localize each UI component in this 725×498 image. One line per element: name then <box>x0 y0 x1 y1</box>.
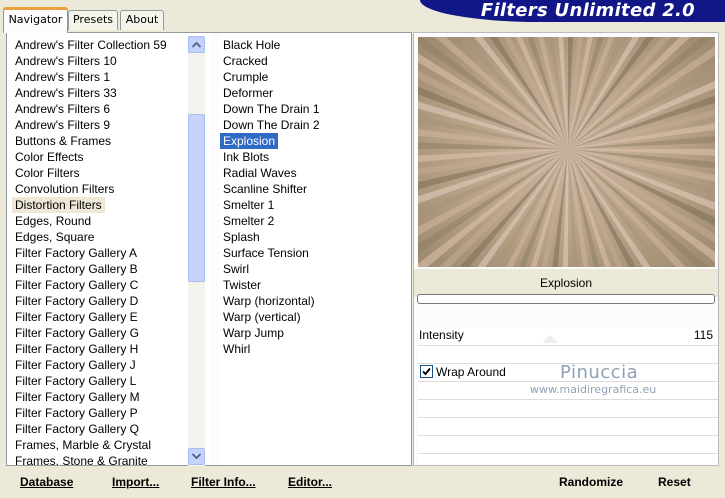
filter-item[interactable]: Whirl <box>220 341 253 357</box>
filter-list[interactable]: Black Hole Cracked Crumple Deformer Down The… <box>219 33 411 465</box>
parameter-grid: Intensity 115 Wrap Around <box>418 327 718 465</box>
category-item[interactable]: Filter Factory Gallery M <box>12 389 143 405</box>
chevron-down-icon <box>192 453 201 460</box>
intensity-value: 115 <box>693 328 713 342</box>
param-row-empty <box>418 345 718 363</box>
tab-navigator[interactable]: Navigator <box>3 7 68 33</box>
reset-button[interactable]: Reset <box>658 475 691 489</box>
category-item[interactable]: Color Filters <box>12 165 83 181</box>
param-row-empty <box>418 399 718 417</box>
tab-presets[interactable]: Presets <box>68 10 118 30</box>
category-item[interactable]: Andrew's Filters 1 <box>12 69 113 85</box>
filter-item[interactable]: Warp Jump <box>220 325 287 341</box>
scroll-up-button[interactable] <box>188 36 205 53</box>
randomize-button[interactable]: Randomize <box>559 475 623 489</box>
category-item[interactable]: Filter Factory Gallery Q <box>12 421 142 437</box>
explosion-preview-graphic <box>418 37 715 267</box>
category-item[interactable]: Filter Factory Gallery P <box>12 405 141 421</box>
slider-marker <box>542 335 558 343</box>
filter-item[interactable]: Cracked <box>220 53 271 69</box>
category-item[interactable]: Filter Factory Gallery D <box>12 293 141 309</box>
watermark-name: Pinuccia <box>560 362 639 383</box>
filter-item[interactable]: Surface Tension <box>220 245 312 261</box>
bottom-toolbar: Database Import... Filter Info... Editor… <box>0 468 725 498</box>
wrap-around-label: Wrap Around <box>436 365 506 379</box>
category-item[interactable]: Andrew's Filters 33 <box>12 85 120 101</box>
filter-item[interactable]: Black Hole <box>220 37 283 53</box>
category-item[interactable]: Filter Factory Gallery J <box>12 357 139 373</box>
checkmark-icon <box>422 367 431 376</box>
list-separator <box>210 33 219 465</box>
intensity-row[interactable]: Intensity 115 <box>418 327 718 345</box>
category-item[interactable]: Andrew's Filters 9 <box>12 117 113 133</box>
filter-item[interactable]: Swirl <box>220 261 252 277</box>
category-item[interactable]: Filter Factory Gallery H <box>12 341 141 357</box>
category-list[interactable]: Andrew's Filter Collection 59 Andrew's Fi… <box>7 33 210 465</box>
param-row-empty <box>418 435 718 453</box>
category-item[interactable]: Andrew's Filters 10 <box>12 53 120 69</box>
wrap-around-checkbox[interactable] <box>420 365 433 378</box>
category-item[interactable]: Buttons & Frames <box>12 133 114 149</box>
category-item[interactable]: Edges, Square <box>12 229 97 245</box>
filter-item[interactable]: Explosion <box>220 133 279 149</box>
category-item[interactable]: Edges, Round <box>12 213 94 229</box>
tab-about[interactable]: About <box>120 10 164 30</box>
category-item[interactable]: Filter Factory Gallery L <box>12 373 139 389</box>
filter-item[interactable]: Warp (horizontal) <box>220 293 318 309</box>
filter-item[interactable]: Down The Drain 2 <box>220 117 323 133</box>
category-item[interactable]: Filter Factory Gallery E <box>12 309 141 325</box>
filter-item[interactable]: Warp (vertical) <box>220 309 304 325</box>
filter-item[interactable]: Splash <box>220 229 263 245</box>
filter-item[interactable]: Deformer <box>220 85 276 101</box>
preview-panel: Explosion Intensity 115 Wrap Around <box>413 32 719 466</box>
navigator-panel: Andrew's Filter Collection 59 Andrew's Fi… <box>6 32 412 466</box>
filter-item[interactable]: Smelter 2 <box>220 213 277 229</box>
intensity-label: Intensity <box>419 328 464 342</box>
watermark-url: www.maidiregrafica.eu <box>530 383 657 396</box>
filter-item[interactable]: Crumple <box>220 69 271 85</box>
database-button[interactable]: Database <box>20 475 73 489</box>
chevron-up-icon <box>192 41 201 48</box>
scroll-thumb[interactable] <box>188 114 205 282</box>
category-item[interactable]: Convolution Filters <box>12 181 117 197</box>
filter-item[interactable]: Twister <box>220 277 264 293</box>
filter-item[interactable]: Radial Waves <box>220 165 300 181</box>
category-item[interactable]: Andrew's Filters 6 <box>12 101 113 117</box>
preview-image[interactable] <box>418 37 715 267</box>
app-banner: Filters Unlimited 2.0 <box>420 0 725 22</box>
filter-item[interactable]: Ink Blots <box>220 149 272 165</box>
filter-item[interactable]: Down The Drain 1 <box>220 101 323 117</box>
category-scrollbar[interactable] <box>188 36 205 466</box>
current-filter-name: Explosion <box>414 269 718 297</box>
editor-button[interactable]: Editor... <box>288 475 332 489</box>
category-item[interactable]: Color Effects <box>12 149 86 165</box>
category-item[interactable]: Distortion Filters <box>12 197 105 213</box>
progress-bar <box>417 294 715 304</box>
import-button[interactable]: Import... <box>112 475 159 489</box>
filter-item[interactable]: Scanline Shifter <box>220 181 310 197</box>
filter-info-button[interactable]: Filter Info... <box>191 475 256 489</box>
category-item[interactable]: Frames, Marble & Crystal <box>12 437 154 453</box>
tab-bar: Navigator Presets About <box>0 0 420 33</box>
category-item[interactable]: Frames, Stone & Granite <box>12 453 151 465</box>
category-item[interactable]: Filter Factory Gallery B <box>12 261 141 277</box>
app-title: Filters Unlimited 2.0 <box>480 0 695 21</box>
category-item[interactable]: Filter Factory Gallery C <box>12 277 141 293</box>
category-item[interactable]: Andrew's Filter Collection 59 <box>12 37 170 53</box>
filter-item[interactable]: Smelter 1 <box>220 197 277 213</box>
param-row-empty <box>418 417 718 435</box>
scroll-down-button[interactable] <box>188 448 205 465</box>
category-item[interactable]: Filter Factory Gallery A <box>12 245 140 261</box>
category-item[interactable]: Filter Factory Gallery G <box>12 325 142 341</box>
